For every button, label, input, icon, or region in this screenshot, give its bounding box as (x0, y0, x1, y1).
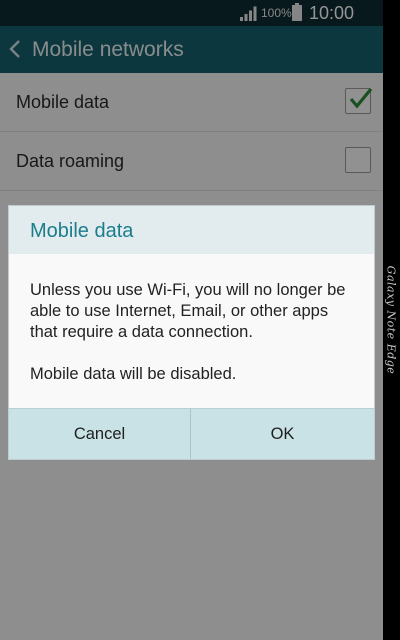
cancel-button[interactable]: Cancel (9, 409, 191, 459)
device-edge-label: Galaxy Note Edge (384, 265, 398, 375)
dialog-header: Mobile data (9, 206, 374, 254)
dialog-warning: Mobile data will be disabled. (30, 365, 237, 383)
phone-screen: 100% 10:00 Mobile networks Mobile data D… (0, 0, 383, 640)
ok-button[interactable]: OK (191, 409, 374, 459)
dialog-button-bar: Cancel OK (9, 408, 374, 459)
dialog-title: Mobile data (30, 220, 134, 242)
mobile-data-dialog: Mobile data Unless you use Wi-Fi, you wi… (9, 206, 374, 459)
dialog-message: Unless you use Wi-Fi, you will no longer… (30, 281, 346, 341)
